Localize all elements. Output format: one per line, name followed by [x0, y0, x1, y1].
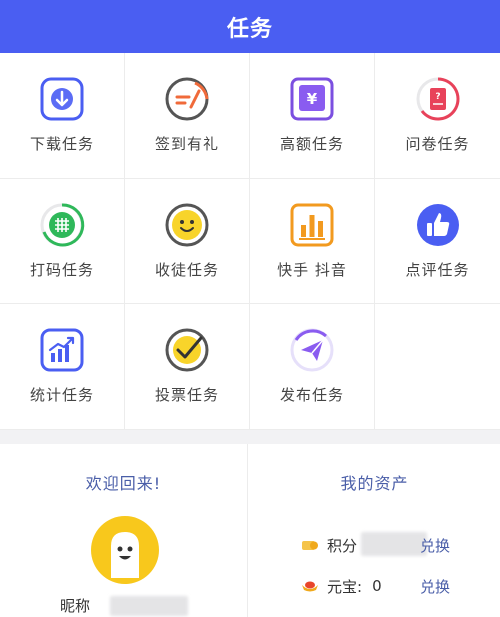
points-label: 积分 [327, 536, 358, 555]
svg-text:?: ? [435, 92, 440, 102]
task-review[interactable]: 点评任务 [375, 179, 500, 304]
smiley-icon [165, 203, 209, 247]
empty-cell [375, 304, 500, 430]
section-divider [0, 430, 500, 444]
task-label: 发布任务 [279, 386, 344, 404]
task-captcha[interactable]: 打码任务 [0, 179, 125, 304]
page-title: 任务 [226, 16, 273, 42]
bar-chart-icon [290, 203, 334, 247]
task-label: 点评任务 [405, 261, 470, 279]
thumbs-up-icon [416, 204, 459, 246]
task-grid: 下载任务 签到有礼 ¥ 高额任务 ? 问卷任务 打码任务 收徒任务 快手 抖音 … [0, 53, 500, 430]
task-vote[interactable]: 投票任务 [125, 304, 250, 430]
avatar[interactable] [91, 516, 159, 584]
task-publish[interactable]: 发布任务 [250, 304, 375, 430]
welcome-panel: 欢迎回来! 昵称 [0, 444, 248, 617]
nickname-label: 昵称 [60, 597, 91, 615]
task-label: 打码任务 [29, 261, 94, 279]
user-summary: 欢迎回来! 昵称 我的资产 积分 兑换 元宝: 0 兑换 [0, 444, 500, 617]
points-value-redacted [361, 532, 427, 556]
task-download[interactable]: 下载任务 [0, 53, 125, 179]
sign-in-icon [165, 77, 209, 121]
yuanbao-row: 元宝: 0 [301, 575, 382, 597]
task-label: 签到有礼 [154, 135, 219, 153]
task-label: 投票任务 [154, 386, 219, 404]
yuanbao-label: 元宝: [327, 577, 363, 596]
task-sign-in[interactable]: 签到有礼 [125, 53, 250, 179]
task-questionnaire[interactable]: ? 问卷任务 [375, 53, 500, 179]
task-label: 高额任务 [279, 135, 344, 153]
nickname-value-redacted [110, 596, 188, 616]
stats-icon [40, 328, 84, 372]
yuanbao-exchange-link[interactable]: 兑换 [420, 576, 450, 597]
send-icon [290, 328, 334, 372]
yuanbao-value: 0 [372, 577, 382, 595]
yen-icon: ¥ [290, 77, 334, 121]
vote-check-icon [165, 328, 209, 372]
download-icon [40, 77, 84, 121]
assets-title: 我的资产 [340, 474, 409, 493]
svg-text:¥: ¥ [307, 90, 318, 108]
task-kuaishou-douyin[interactable]: 快手 抖音 [250, 179, 375, 304]
task-statistics[interactable]: 统计任务 [0, 304, 125, 430]
assets-panel: 我的资产 积分 兑换 元宝: 0 兑换 [249, 444, 500, 617]
ingot-icon [302, 581, 318, 592]
header-bar: 任务 [0, 0, 500, 53]
task-label: 问卷任务 [405, 135, 470, 153]
points-row: 积分 [301, 534, 357, 556]
grid-icon [40, 203, 85, 247]
task-label: 统计任务 [29, 386, 94, 404]
questionnaire-icon: ? [416, 77, 459, 121]
task-label: 收徒任务 [154, 261, 219, 279]
task-label: 快手 抖音 [277, 261, 347, 279]
welcome-title: 欢迎回来! [85, 474, 162, 493]
task-apprentice[interactable]: 收徒任务 [125, 179, 250, 304]
task-label: 下载任务 [29, 135, 94, 153]
points-exchange-link[interactable]: 兑换 [420, 535, 450, 556]
task-high-reward[interactable]: ¥ 高额任务 [250, 53, 375, 179]
coin-icon [302, 541, 318, 550]
